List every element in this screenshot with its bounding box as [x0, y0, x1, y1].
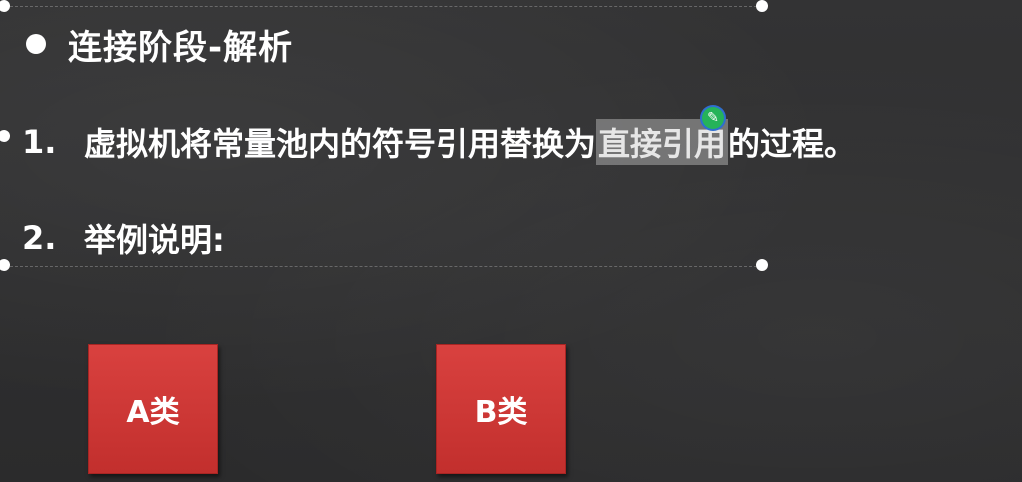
list-item-text: 举例说明:	[84, 221, 225, 259]
class-b-box[interactable]: B类	[436, 344, 566, 474]
resize-handle-top-right[interactable]	[756, 0, 768, 12]
class-a-label: A类	[126, 395, 180, 430]
green-pen-cursor-icon: ✎	[702, 107, 725, 129]
numbered-list: 1. 虚拟机将常量池内的符号引用替换为 直接引用 ✎ 的过程。 2. 举例说明:	[22, 107, 857, 268]
slide-title: 连接阶段-解析	[20, 16, 293, 72]
list-item-text-end: 的过程。	[728, 125, 857, 163]
list-item-number: 1.	[22, 123, 57, 161]
class-a-box[interactable]: A类	[88, 344, 218, 474]
list-item: 2. 举例说明:	[22, 208, 856, 268]
highlighted-text: 直接引用 ✎	[596, 107, 729, 165]
list-item-text: 虚拟机将常量池内的符号引用替换为	[84, 125, 597, 163]
resize-handle-bottom-left[interactable]	[0, 259, 10, 271]
title-text: 连接阶段-解析	[68, 27, 294, 68]
class-b-label: B类	[474, 395, 528, 430]
list-item-number: 2.	[22, 219, 57, 257]
list-item: 1. 虚拟机将常量池内的符号引用替换为 直接引用 ✎ 的过程。	[22, 107, 857, 172]
highlighted-text-content: 直接引用	[598, 125, 727, 163]
bullet-dot-icon	[26, 34, 46, 54]
